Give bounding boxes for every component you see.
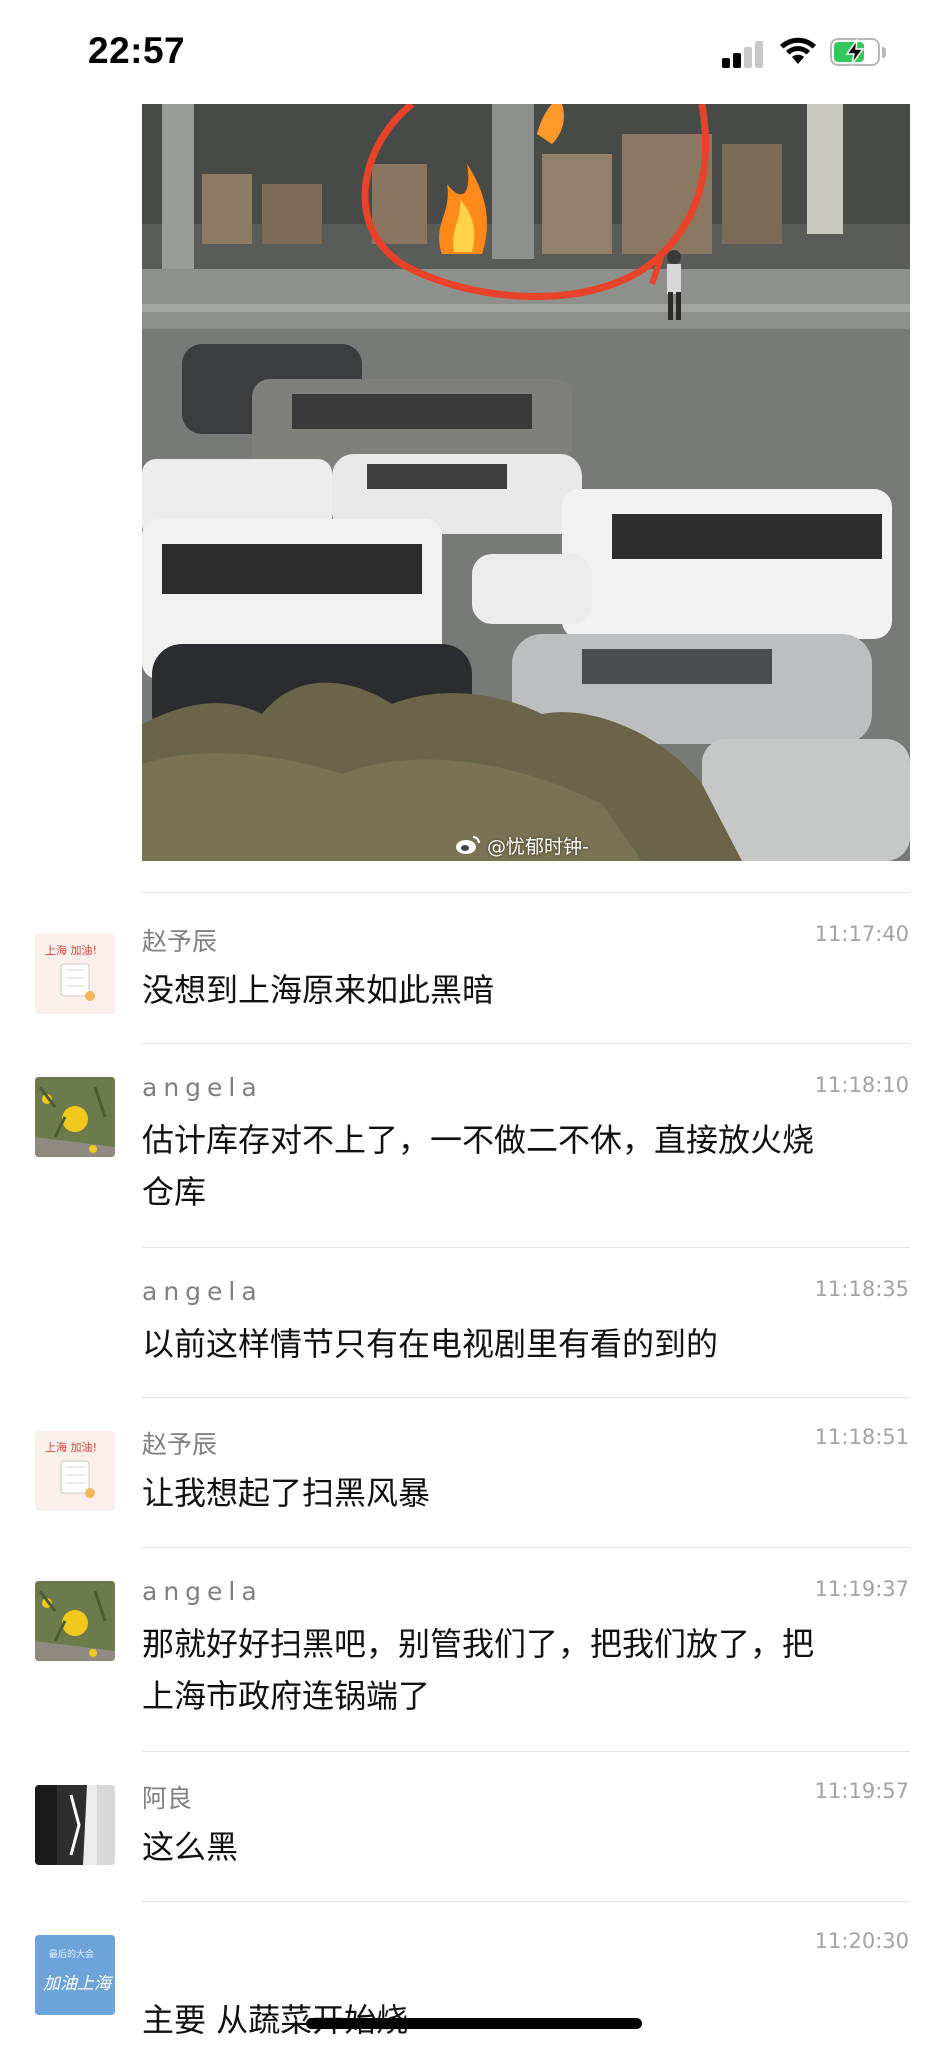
message-time: 11:17:40 xyxy=(814,922,909,946)
home-indicator[interactable] xyxy=(306,2018,642,2029)
message-text: 以前这样情节只有在电视剧里有看的到的 xyxy=(142,1325,719,1363)
avatar-jiayou-shanghai-icon: 最后的大会 加油上海 xyxy=(35,1935,115,2015)
svg-text:最后的大会: 最后的大会 xyxy=(49,1948,94,1960)
message-time: 11:18:35 xyxy=(814,1277,909,1301)
avatar[interactable] xyxy=(35,1581,115,1661)
svg-text:上海 加油!: 上海 加油! xyxy=(45,1440,97,1454)
divider xyxy=(142,1247,910,1248)
avatar-dandelion-icon xyxy=(35,1581,115,1661)
divider xyxy=(142,1547,910,1548)
avatar[interactable] xyxy=(35,1077,115,1157)
battery-icon xyxy=(830,38,888,68)
sender-name: angela xyxy=(142,1073,263,1102)
avatar-shanghai-jiayou-icon: 上海 加油! xyxy=(35,1431,115,1511)
photo-watermark: @忧郁时钟- xyxy=(455,831,589,859)
divider xyxy=(142,1901,910,1902)
message-time: 11:19:57 xyxy=(814,1779,909,1803)
wifi-icon xyxy=(780,37,816,64)
svg-text:上海 加油!: 上海 加油! xyxy=(45,943,97,957)
message-text-line: 仓库 xyxy=(142,1173,207,1211)
message-time: 11:19:37 xyxy=(814,1577,909,1601)
cellular-signal-icon xyxy=(722,40,764,68)
shared-photo[interactable] xyxy=(142,104,910,861)
sender-name: 赵予辰 xyxy=(142,927,218,956)
avatar[interactable]: 上海 加油! xyxy=(35,934,115,1014)
avatar[interactable] xyxy=(35,1785,115,1865)
sender-name: 阿良 xyxy=(142,1784,193,1813)
avatar-shanghai-jiayou-icon: 上海 加油! xyxy=(35,934,115,1014)
avatar-person-icon xyxy=(35,1785,115,1865)
svg-text:加油上海: 加油上海 xyxy=(43,1974,114,1994)
sender-name: 赵予辰 xyxy=(142,1430,218,1459)
message-text: 这么黑 xyxy=(142,1828,239,1866)
status-time: 22:57 xyxy=(88,30,186,71)
avatar-dandelion-icon xyxy=(35,1077,115,1157)
warehouse-fire-photo xyxy=(142,104,910,861)
watermark-text: @忧郁时钟- xyxy=(487,835,589,858)
message-time: 11:18:51 xyxy=(814,1425,909,1449)
avatar[interactable]: 最后的大会 加油上海 xyxy=(35,1935,115,2015)
divider xyxy=(142,1043,910,1044)
divider xyxy=(142,1751,910,1752)
message-text: 让我想起了扫黑风暴 xyxy=(142,1474,431,1512)
message-time: 11:18:10 xyxy=(814,1073,909,1097)
status-bar: 22:57 xyxy=(0,0,947,105)
message-text: 那就好好扫黑吧，别管我们了，把我们放了，把 上海市政府连锅端了 xyxy=(142,1618,902,1722)
avatar[interactable]: 上海 加油! xyxy=(35,1431,115,1511)
message-text: 没想到上海原来如此黑暗 xyxy=(142,971,495,1009)
message-text: 估计库存对不上了，一不做二不休，直接放火烧 仓库 xyxy=(142,1114,902,1218)
divider xyxy=(142,1397,910,1398)
message-text-line: 那就好好扫黑吧，别管我们了，把我们放了，把 xyxy=(142,1625,815,1663)
weibo-icon xyxy=(456,836,480,854)
message-text-line: 估计库存对不上了，一不做二不休，直接放火烧 xyxy=(142,1121,815,1159)
message-time: 11:20:30 xyxy=(814,1929,909,1953)
message-text-line: 上海市政府连锅端了 xyxy=(142,1677,431,1715)
divider xyxy=(142,892,910,893)
sender-name: angela xyxy=(142,1277,263,1306)
sender-name: angela xyxy=(142,1577,263,1606)
